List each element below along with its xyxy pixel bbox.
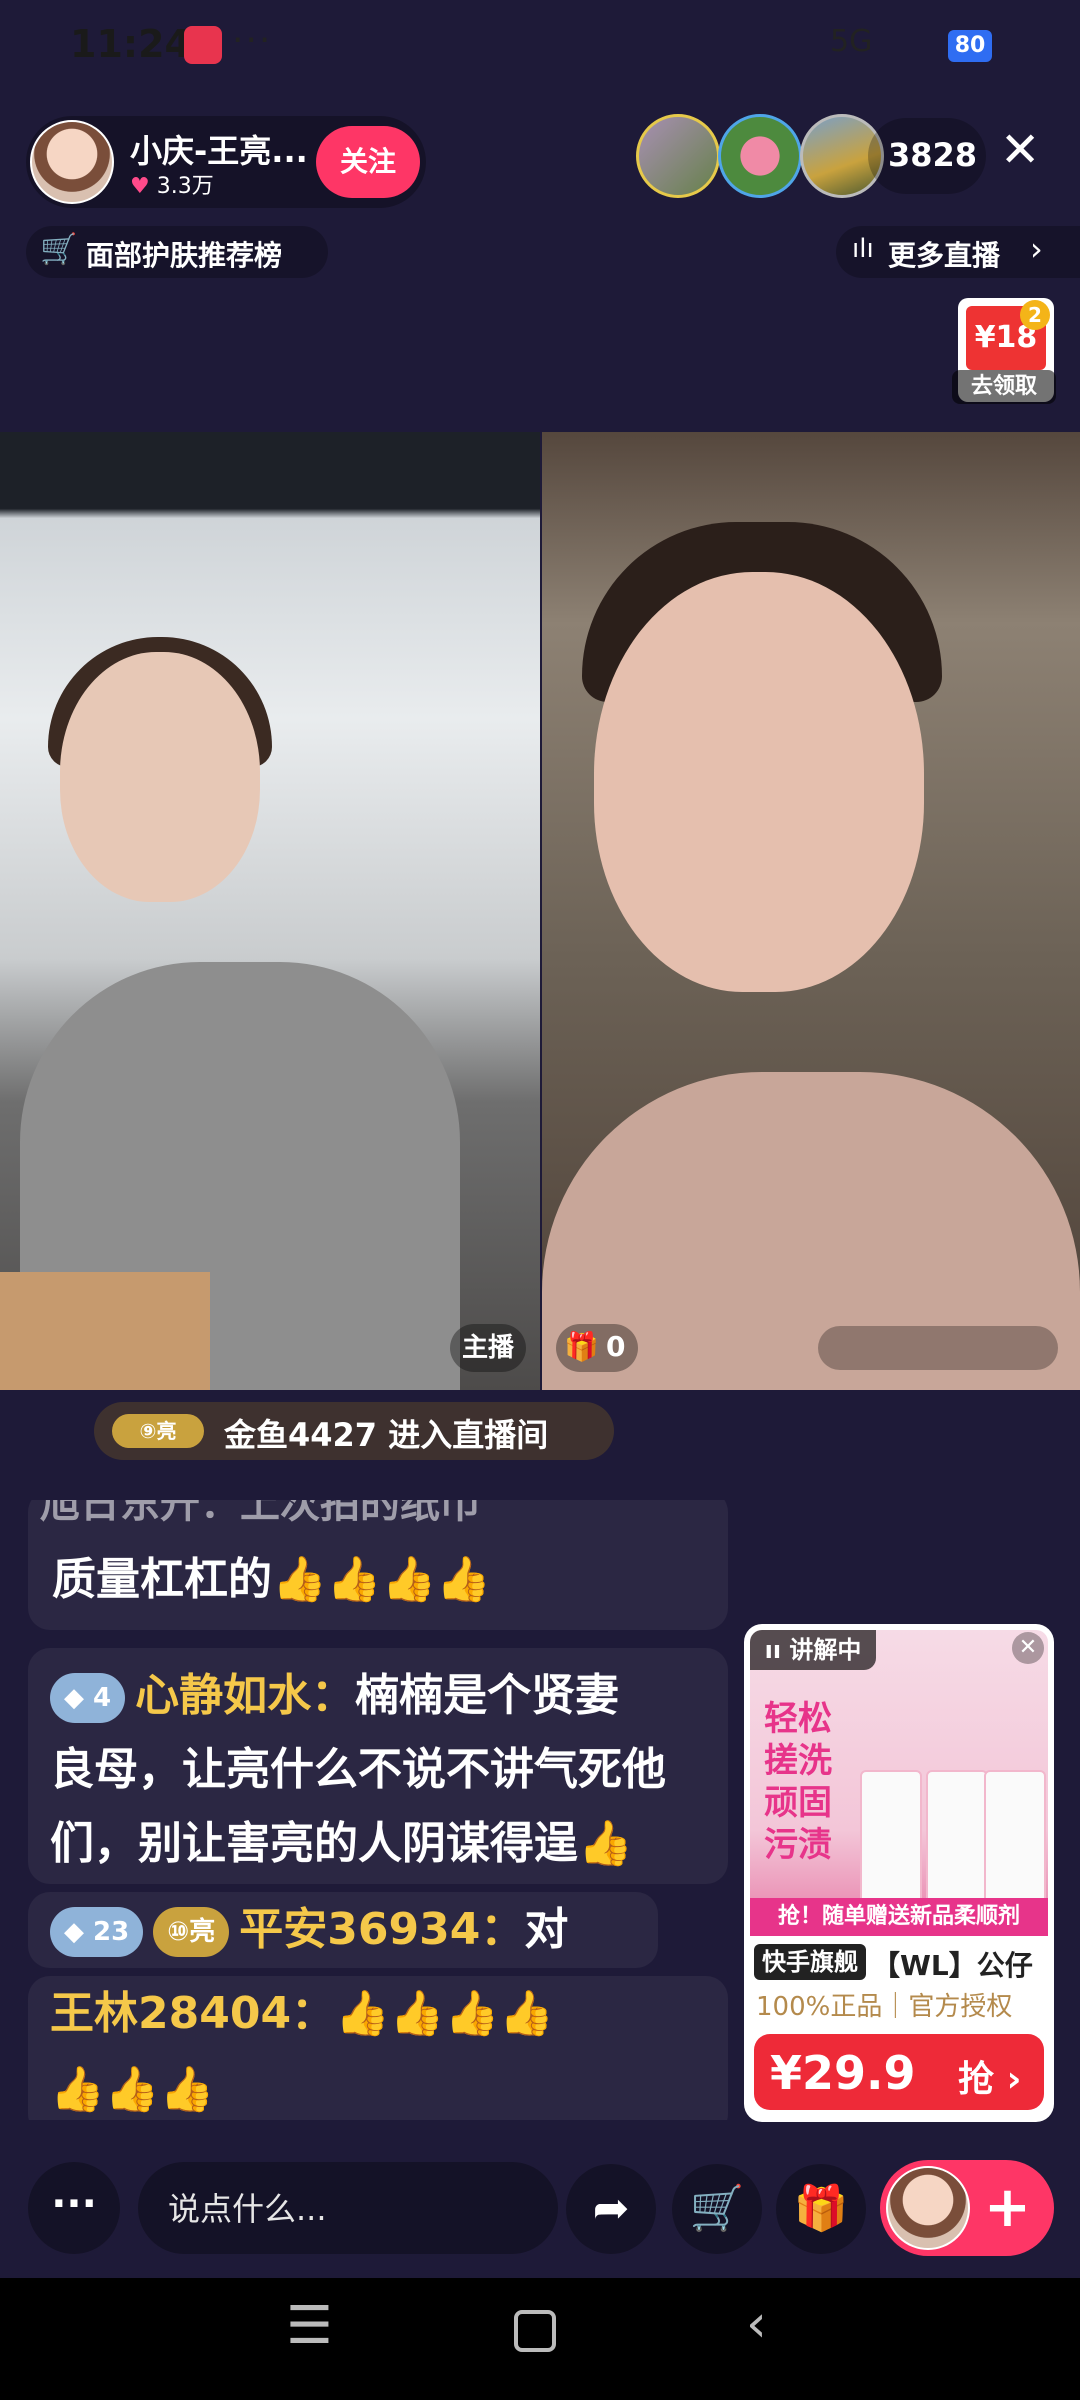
chat-line: 王林28404：👍👍👍👍: [50, 1976, 554, 2052]
chat-text: 质量杠杠的: [52, 1554, 272, 1605]
cart-icon: 🛒: [40, 232, 78, 267]
chat-message: ◆ 4 心静如水：楠楠是个贤妻 良母，让亮什么不说不讲气死他 们，别让害亮的人阴谋…: [28, 1648, 728, 1884]
viewer-count: 3828: [888, 136, 978, 174]
home-icon[interactable]: [514, 2310, 556, 2352]
chat-username[interactable]: 平安36934：: [239, 1904, 524, 1955]
product-pack: [860, 1770, 922, 1906]
signal-icon: 5G: [830, 24, 873, 59]
chat-username[interactable]: 心静如水：: [135, 1670, 355, 1721]
host-likes: ♥ 3.3万: [130, 168, 214, 200]
chat-message: 王林28404：👍👍👍👍 👍👍👍: [28, 1976, 728, 2120]
host-avatar[interactable]: [30, 120, 114, 204]
ranking-label: 面部护肤推荐榜: [86, 239, 283, 272]
person-face: [60, 652, 260, 902]
thumbs-up-icon: 👍👍👍: [50, 2064, 215, 2115]
follow-button[interactable]: 关注: [316, 126, 420, 198]
more-live-label: 更多直播: [888, 239, 1001, 272]
person-face: [594, 572, 924, 992]
chevron-right-icon: ›: [1006, 2059, 1022, 2100]
coupon-label[interactable]: 去领取: [952, 370, 1056, 404]
shop-badge: 快手旗舰: [754, 1944, 866, 1980]
chat-text: 们，别让害亮的人阴谋得逞: [50, 1818, 578, 1869]
chat-text: 对: [524, 1904, 569, 1955]
chat-line: 们，别让害亮的人阴谋得逞👍: [50, 1806, 633, 1882]
thumbs-up-icon: 👍👍👍👍: [272, 1554, 492, 1605]
product-promo: 抢！随单赠送新品柔顺剂: [750, 1898, 1048, 1936]
user-avatar: [886, 2166, 970, 2250]
bars-icon: ılı: [852, 234, 874, 264]
thumbs-up-icon: 👍👍👍👍: [335, 1988, 555, 2039]
status-time: 11:24: [70, 22, 191, 66]
grab-label: 抢 ›: [958, 2059, 1022, 2100]
video-guest-right[interactable]: [542, 432, 1080, 1390]
viewer-avatar[interactable]: [718, 114, 802, 198]
chat-message: ◆ 23 ⑩亮 平安36934：对: [28, 1892, 658, 1968]
fan-level-badge: ⑩亮: [153, 1907, 230, 1957]
app-logo-icon: [184, 26, 222, 64]
chat-message: 旭日东升：上次拍的纸巾 质量杠杠的👍👍👍👍: [28, 1500, 728, 1630]
chat-text: 旭日东升：上次拍的纸巾: [40, 1500, 480, 1527]
shopping-cart-icon[interactable]: 🛒: [672, 2164, 762, 2254]
heart-icon: ♥: [130, 174, 150, 199]
gift-count: 0: [606, 1330, 626, 1363]
gift-icon[interactable]: 🎁: [776, 2164, 866, 2254]
plus-icon: +: [984, 2175, 1031, 2240]
video-host-left[interactable]: [0, 432, 540, 1390]
gift-icon: 🎁: [564, 1330, 599, 1363]
chevron-right-icon: ›: [1030, 230, 1043, 268]
thumbs-up-icon: 👍: [578, 1818, 633, 1869]
comment-placeholder: 说点什么...: [168, 2190, 327, 2228]
chat-username[interactable]: 王林28404：: [50, 1988, 335, 2039]
product-pack: [984, 1770, 1046, 1906]
menu-icon[interactable]: ☰: [286, 2296, 333, 2356]
product-slogan: 轻松搓洗顽固污渍: [764, 1699, 832, 1865]
more-button[interactable]: ···: [28, 2162, 120, 2254]
share-icon[interactable]: ➦: [566, 2164, 656, 2254]
product-pack: [926, 1770, 988, 1906]
viewer-avatar[interactable]: [636, 114, 720, 198]
enter-banner-text: 金鱼4427 进入直播间: [224, 1416, 549, 1454]
chat-text: 良母，让亮什么不说不讲气死他: [50, 1744, 666, 1795]
user-level-badge: ◆ 23: [50, 1907, 144, 1957]
cardboard-box: [0, 1272, 210, 1390]
product-price: ¥29.9: [770, 2046, 916, 2100]
product-auth: 100%正品｜官方授权: [756, 1992, 1013, 2022]
user-level-badge: ◆ 4: [50, 1673, 126, 1723]
product-title: 【WL】公仔: [872, 1949, 1033, 1982]
back-icon[interactable]: ‹: [746, 2294, 767, 2354]
host-name: 小庆-王亮...: [130, 132, 308, 170]
bars-icon: ıı: [764, 1636, 782, 1664]
chat-text: 楠楠是个贤妻: [355, 1670, 620, 1721]
chat-line: ◆ 4 心静如水：楠楠是个贤妻: [50, 1658, 619, 1734]
gift-progress-bar: [818, 1326, 1058, 1370]
chat-text-line: 质量杠杠的👍👍👍👍: [52, 1542, 491, 1618]
explaining-tag: ıı 讲解中: [750, 1630, 876, 1670]
close-icon[interactable]: ✕: [1000, 126, 1040, 174]
coupon-badge: 2: [1020, 300, 1050, 330]
chat-list[interactable]: 旭日东升：上次拍的纸巾 质量杠杠的👍👍👍👍 ◆ 4 心静如水：楠楠是个贤妻 良母，…: [28, 1500, 728, 2120]
host-likes-count: 3.3万: [156, 174, 214, 199]
chat-line: ◆ 23 ⑩亮 平安36934：对: [50, 1892, 568, 1968]
host-tag: 主播: [450, 1324, 526, 1372]
fan-level-badge: ⑨亮: [112, 1414, 204, 1448]
close-icon[interactable]: ✕: [1012, 1632, 1044, 1664]
status-more-icon: ···: [232, 20, 273, 61]
battery-icon: 80: [948, 30, 992, 62]
